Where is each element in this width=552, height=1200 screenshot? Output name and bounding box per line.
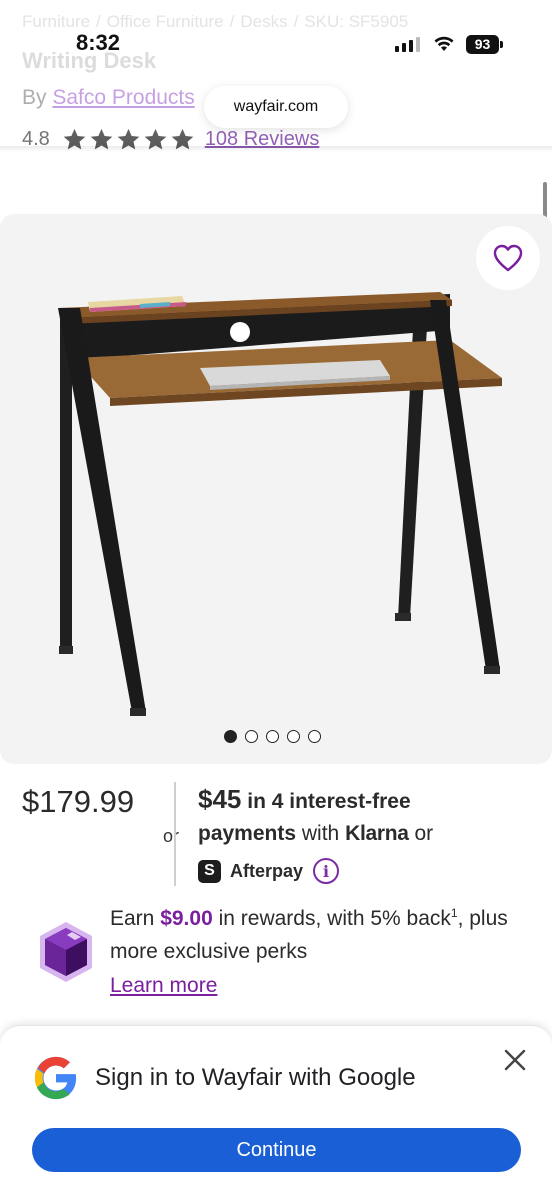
gallery-dot[interactable] bbox=[308, 730, 321, 743]
continue-button[interactable]: Continue bbox=[32, 1128, 521, 1172]
product-price: $179.99 bbox=[22, 784, 135, 819]
google-signin-sheet bbox=[0, 1025, 552, 1200]
product-image-desk bbox=[58, 292, 502, 716]
rewards-earn: Earn bbox=[110, 907, 155, 930]
battery-tip bbox=[500, 41, 503, 48]
payments-label: payments bbox=[198, 822, 297, 845]
klarna-logo: Klarna bbox=[345, 822, 409, 845]
breadcrumb-separator: / bbox=[293, 12, 299, 31]
info-icon[interactable]: i bbox=[313, 858, 340, 884]
gallery-dot[interactable] bbox=[287, 730, 300, 743]
rewards-text: in rewards, with 5% back bbox=[218, 907, 451, 930]
rewards-gem-icon bbox=[40, 922, 92, 982]
installment-line-2: payments with Klarna or bbox=[198, 822, 433, 846]
rewards-amount: $9.00 bbox=[160, 907, 213, 930]
close-icon[interactable] bbox=[502, 1047, 528, 1073]
breadcrumb-sku: SKU: SF5905 bbox=[304, 12, 409, 31]
installment-text: in 4 interest-free bbox=[247, 790, 411, 813]
battery-indicator: 93 bbox=[466, 35, 499, 54]
learn-more-link[interactable]: Learn more bbox=[110, 974, 217, 998]
afterpay-icon: S bbox=[198, 859, 221, 883]
breadcrumb-separator: / bbox=[229, 12, 235, 31]
installment-amount: $45 bbox=[198, 784, 242, 814]
installment-line-1: $45 in 4 interest-free bbox=[198, 784, 411, 815]
afterpay-row: S Afterpay i bbox=[198, 857, 340, 885]
breadcrumb: Furniture / Office Furniture / Desks / SKU: SF… bbox=[22, 12, 408, 32]
status-time: 8:32 bbox=[76, 30, 121, 55]
or-text: or bbox=[414, 822, 434, 845]
breadcrumb-item-office-furniture[interactable]: Office Furniture bbox=[107, 12, 224, 31]
signin-title: Sign in to Wayfair with Google bbox=[95, 1064, 416, 1091]
breadcrumb-separator: / bbox=[96, 12, 101, 31]
url-bar[interactable]: wayfair.com bbox=[204, 86, 348, 128]
price-divider bbox=[174, 782, 176, 886]
with-text: with bbox=[301, 822, 340, 845]
header-shadow bbox=[0, 146, 552, 152]
gallery-dot[interactable] bbox=[245, 730, 258, 743]
breadcrumb-item-furniture[interactable]: Furniture bbox=[22, 12, 90, 31]
brand-line: By Safco Products bbox=[22, 86, 195, 110]
rewards-plus: , plus bbox=[457, 907, 508, 930]
afterpay-label: Afterpay bbox=[230, 860, 304, 881]
rewards-line-1: Earn $9.00 in rewards, with 5% back1, pl… bbox=[110, 906, 508, 931]
cellular-signal-icon bbox=[395, 36, 420, 52]
favorite-button[interactable] bbox=[476, 226, 540, 290]
brand-link[interactable]: Safco Products bbox=[52, 86, 194, 109]
google-logo-icon bbox=[34, 1056, 77, 1100]
gallery-dot[interactable] bbox=[266, 730, 279, 743]
gallery-pagination bbox=[224, 730, 321, 743]
by-prefix: By bbox=[22, 86, 47, 109]
wifi-icon bbox=[434, 36, 454, 51]
or-separator: or bbox=[163, 826, 180, 846]
rewards-line-2: more exclusive perks bbox=[110, 940, 308, 963]
heart-outline-icon bbox=[493, 244, 523, 272]
rewards-footnote: 1 bbox=[450, 906, 458, 920]
gallery-dot[interactable] bbox=[224, 730, 237, 743]
breadcrumb-item-desks[interactable]: Desks bbox=[240, 12, 287, 31]
